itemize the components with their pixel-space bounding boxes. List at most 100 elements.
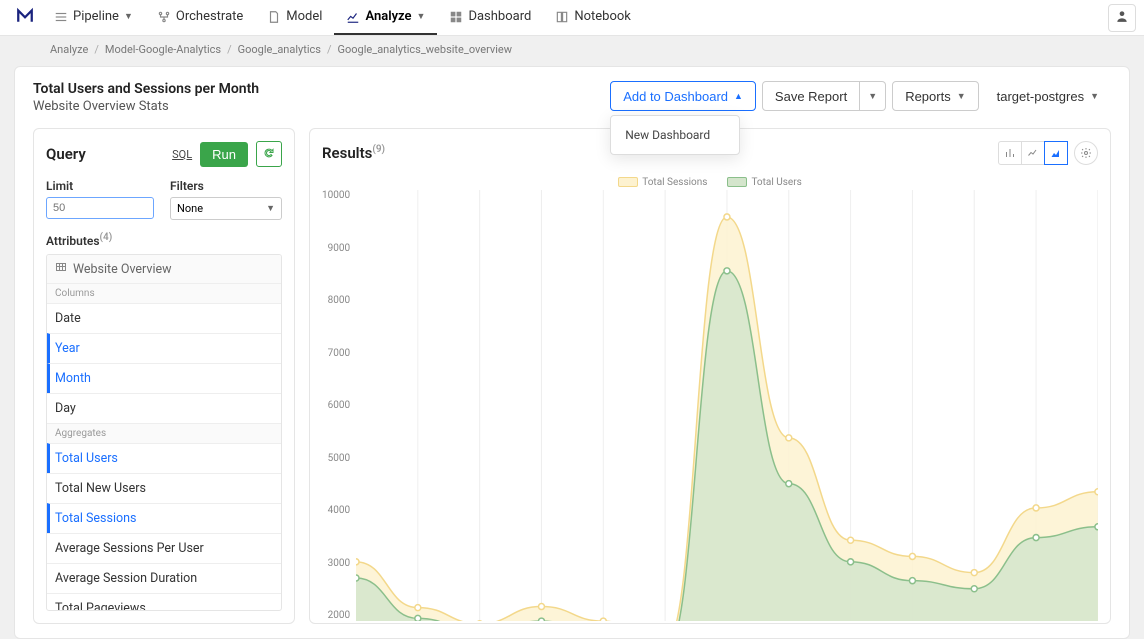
user-icon: [1115, 8, 1129, 27]
users-point[interactable]: [1095, 524, 1098, 530]
column-item[interactable]: Month: [47, 363, 281, 393]
crumb-0[interactable]: Analyze: [50, 43, 88, 56]
column-item[interactable]: Year: [47, 333, 281, 363]
column-item[interactable]: Date: [47, 303, 281, 333]
users-point[interactable]: [971, 586, 977, 592]
action-buttons: Add to Dashboard ▲ Save Report ▼ Reports…: [610, 81, 1111, 111]
users-point[interactable]: [848, 559, 854, 565]
aggregate-item[interactable]: Average Sessions Per User: [47, 533, 281, 563]
y-tick: 2000: [322, 610, 350, 621]
file-icon: [267, 10, 281, 24]
aggregates-sublabel: Aggregates: [47, 423, 281, 443]
legend-users: Total Users: [727, 177, 801, 188]
query-head: Query SQL Run: [46, 141, 282, 167]
legend-users-label: Total Users: [751, 177, 801, 188]
columns: Query SQL Run Limit Filters None ▼: [33, 128, 1111, 624]
breadcrumb: Analyze / Model-Google-Analytics / Googl…: [0, 36, 1144, 62]
sessions-point[interactable]: [415, 605, 421, 611]
limit-label: Limit: [46, 179, 154, 193]
save-report-more-button[interactable]: ▼: [860, 81, 886, 111]
query-title: Query: [46, 145, 86, 163]
legend-sessions-label: Total Sessions: [642, 177, 707, 188]
crumb-sep: /: [94, 43, 99, 56]
y-tick: 6000: [322, 400, 350, 411]
crumb-2[interactable]: Google_analytics: [238, 43, 321, 56]
nav-notebook-label: Notebook: [574, 9, 631, 24]
results-count: (9): [372, 144, 385, 155]
aggregate-item[interactable]: Total Sessions: [47, 503, 281, 533]
sessions-point[interactable]: [786, 435, 792, 441]
sessions-point[interactable]: [600, 618, 606, 621]
aggregate-item[interactable]: Total Pageviews: [47, 593, 281, 611]
sessions-point[interactable]: [1095, 489, 1098, 495]
chart-type-area-button[interactable]: [1044, 141, 1068, 165]
limit-field: Limit: [46, 179, 154, 220]
chevron-up-icon: ▲: [734, 91, 743, 101]
y-tick: 5000: [322, 453, 350, 464]
top-navbar: Pipeline ▼ Orchestrate Model Analyze ▼ D…: [0, 0, 1144, 36]
sessions-point[interactable]: [848, 537, 854, 543]
nav-dashboard[interactable]: Dashboard: [437, 0, 543, 35]
chart-settings-button[interactable]: [1074, 141, 1098, 165]
aggregate-item[interactable]: Average Session Duration: [47, 563, 281, 593]
y-tick: 7000: [322, 348, 350, 359]
sessions-point[interactable]: [1033, 505, 1039, 511]
sessions-point[interactable]: [539, 604, 545, 610]
filters-select[interactable]: None ▼: [170, 197, 282, 220]
users-point[interactable]: [786, 481, 792, 487]
add-to-dashboard-button[interactable]: Add to Dashboard ▲: [610, 81, 756, 111]
users-point[interactable]: [910, 578, 916, 584]
attr-group-label: Website Overview: [73, 262, 172, 277]
chart-line-icon: [346, 10, 360, 24]
sessions-point[interactable]: [971, 570, 977, 576]
results-title: Results(9): [322, 144, 385, 162]
crumb-sep: /: [227, 43, 232, 56]
filters-value: None: [177, 202, 203, 215]
sql-link[interactable]: SQL: [172, 148, 192, 161]
nav-analyze[interactable]: Analyze ▼: [334, 0, 437, 35]
chart-legend: Total Sessions Total Users: [322, 177, 1098, 188]
crumb-3[interactable]: Google_analytics_website_overview: [338, 43, 513, 56]
chart-toolbar: [998, 141, 1098, 165]
y-tick: 9000: [322, 243, 350, 254]
save-report-button[interactable]: Save Report: [762, 81, 860, 111]
chart-area: 1000090008000700060005000400030002000: [322, 190, 1098, 621]
field-row: Limit Filters None ▼: [46, 179, 282, 220]
limit-input[interactable]: [46, 197, 154, 219]
target-select[interactable]: target-postgres ▼: [985, 81, 1111, 111]
users-point[interactable]: [356, 575, 359, 581]
chart-type-bar-button[interactable]: [998, 141, 1022, 165]
add-to-dashboard-label: Add to Dashboard: [623, 89, 728, 104]
nav-orchestrate[interactable]: Orchestrate: [145, 0, 255, 35]
chevron-down-icon: ▼: [266, 203, 275, 214]
users-point[interactable]: [415, 615, 421, 621]
sessions-point[interactable]: [910, 553, 916, 559]
save-report-label: Save Report: [775, 89, 847, 104]
user-menu-button[interactable]: [1108, 4, 1136, 32]
nav-pipeline[interactable]: Pipeline ▼: [42, 0, 145, 35]
refresh-button[interactable]: [256, 141, 282, 167]
reports-button[interactable]: Reports ▼: [892, 81, 978, 111]
column-item[interactable]: Day: [47, 393, 281, 423]
run-button[interactable]: Run: [200, 142, 248, 167]
chevron-down-icon: ▼: [417, 11, 426, 22]
aggregate-item[interactable]: Total Users: [47, 443, 281, 473]
sessions-point[interactable]: [724, 214, 730, 220]
y-axis: 1000090008000700060005000400030002000: [322, 190, 356, 621]
crumb-1[interactable]: Model-Google-Analytics: [105, 43, 221, 56]
nav-model[interactable]: Model: [255, 0, 334, 35]
nav-pipeline-label: Pipeline: [73, 9, 119, 24]
users-point[interactable]: [724, 268, 730, 274]
title-row: Total Users and Sessions per Month Websi…: [33, 81, 1111, 114]
aggregate-item[interactable]: Total New Users: [47, 473, 281, 503]
app-logo[interactable]: [8, 6, 42, 29]
page-subtitle: Website Overview Stats: [33, 99, 259, 114]
sessions-point[interactable]: [356, 559, 359, 565]
nav-notebook[interactable]: Notebook: [543, 0, 643, 35]
chart-type-line-button[interactable]: [1021, 141, 1045, 165]
users-point[interactable]: [1033, 535, 1039, 541]
attr-group-header[interactable]: Website Overview: [47, 255, 281, 283]
users-point[interactable]: [539, 618, 545, 621]
new-dashboard-item[interactable]: New Dashboard: [611, 124, 739, 146]
add-to-dashboard-menu: New Dashboard: [610, 115, 740, 155]
